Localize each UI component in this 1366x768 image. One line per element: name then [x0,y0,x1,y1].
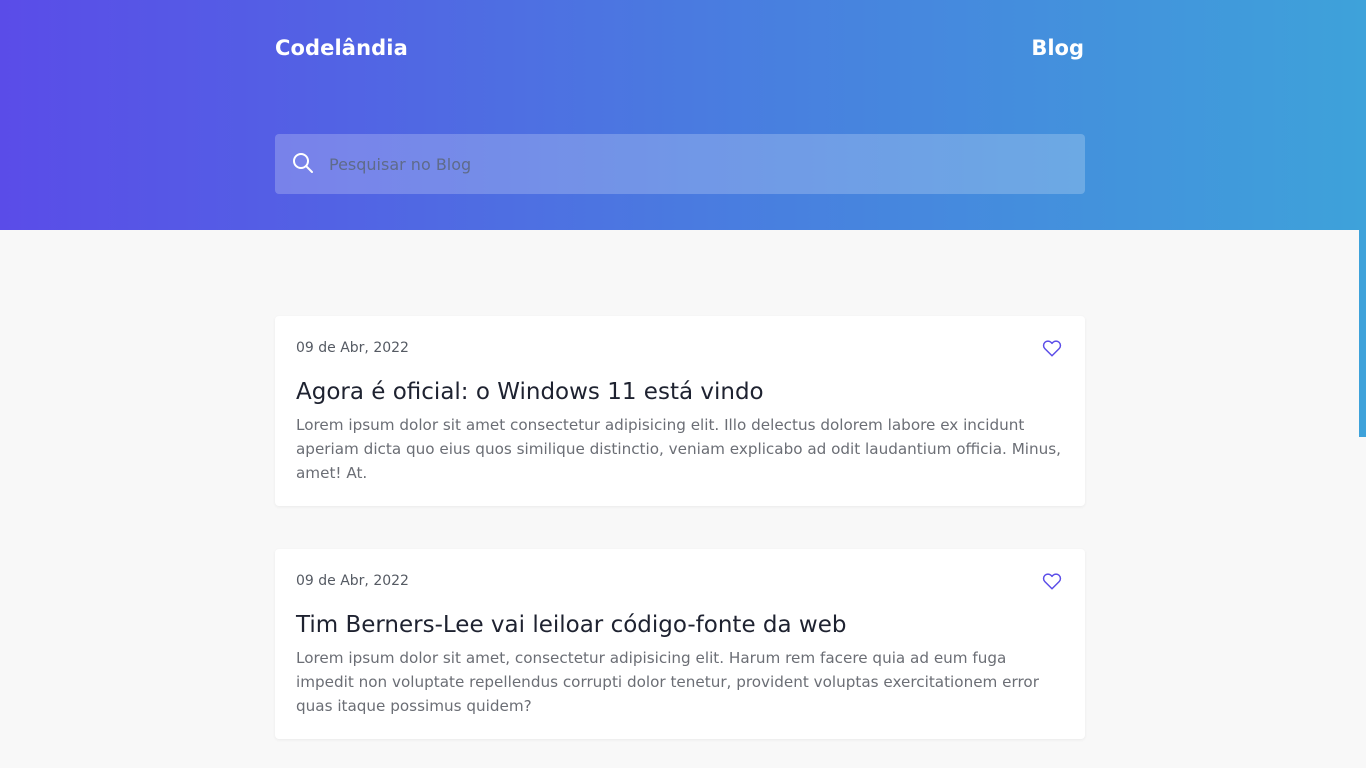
post-card[interactable]: 09 de Abr, 2022 Tim Berners-Lee vai leil… [275,549,1085,739]
post-date: 09 de Abr, 2022 [296,573,409,589]
nav-link-blog[interactable]: Blog [1031,36,1084,60]
heart-outline-icon[interactable] [1041,337,1063,359]
post-excerpt: Lorem ipsum dolor sit amet consectetur a… [296,416,1062,482]
scrollbar-thumb[interactable] [1359,230,1366,437]
post-date: 09 de Abr, 2022 [296,340,409,356]
hero-header: Codelândia Blog [0,0,1366,230]
post-title[interactable]: Agora é oficial: o Windows 11 está vindo [296,376,1066,408]
search-icon[interactable] [291,151,315,175]
post-card[interactable]: 09 de Abr, 2022 Agora é oficial: o Windo… [275,316,1085,506]
post-excerpt: Lorem ipsum dolor sit amet, consectetur … [296,649,1039,715]
brand-logo[interactable]: Codelândia [275,36,408,60]
search-input[interactable] [329,134,1069,194]
heart-outline-icon[interactable] [1041,570,1063,592]
search-bar [275,134,1085,194]
post-title[interactable]: Tim Berners-Lee vai leiloar código-fonte… [296,609,1066,641]
